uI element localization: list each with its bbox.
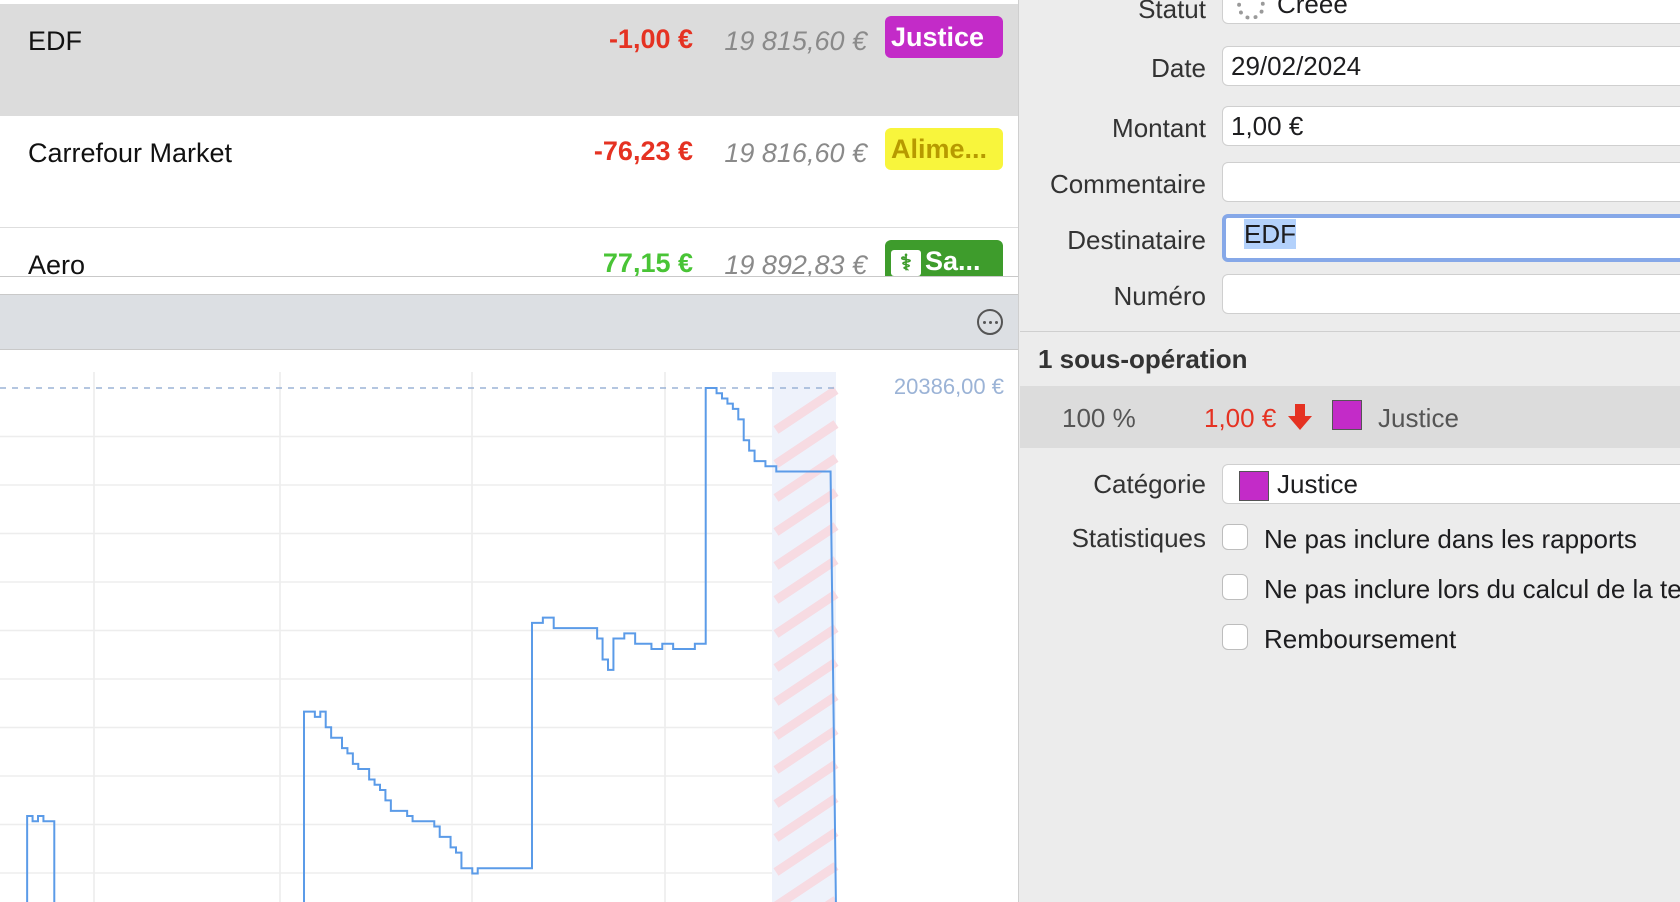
max-value-label: 20386,00 € <box>894 374 1004 399</box>
payee-field[interactable]: EDF <box>1222 214 1680 262</box>
category-field[interactable]: Justice <box>1222 464 1680 504</box>
transaction-row-carrefour[interactable]: Carrefour Market -76,23 € 19 816,60 € Al… <box>0 116 1018 228</box>
category-tag-label: Sa... <box>925 246 981 276</box>
transaction-row-edf[interactable]: EDF -1,00 € 19 815,60 € Justice <box>0 4 1018 116</box>
statut-value: Créée <box>1277 0 1348 19</box>
statut-label: Statut <box>1138 0 1206 24</box>
statistiques-label: Statistiques <box>1071 523 1206 553</box>
transaction-row-aero[interactable]: Aero 77,15 € 19 892,83 € ⚕ Sa... <box>0 228 1018 276</box>
payee-selected-text: EDF <box>1244 219 1296 249</box>
spinner-icon <box>1237 0 1265 21</box>
sub-operations-title: 1 sous-opération <box>1038 344 1248 374</box>
statut-field[interactable]: Créée <box>1222 0 1680 24</box>
payee-name: EDF <box>28 26 82 56</box>
amount-field[interactable]: 1,00 € <box>1222 106 1680 146</box>
sub-op-percent: 100 % <box>1062 403 1136 433</box>
destinataire-label: Destinataire <box>1067 225 1206 255</box>
justice-swatch-icon <box>1239 471 1269 502</box>
justice-swatch-icon <box>1332 400 1362 430</box>
category-value: Justice <box>1277 469 1358 499</box>
category-tag: Justice <box>885 16 1003 58</box>
detail-pane: Statut Créée Date 29/02/2024 Montant 1,0… <box>1020 0 1680 902</box>
exclude-calc-label: Ne pas inclure lors du calcul de la te <box>1264 574 1680 604</box>
list-bottom-border <box>0 276 1018 277</box>
exclude-reports-label: Ne pas inclure dans les rapports <box>1264 524 1637 554</box>
chart-toolbar <box>0 294 1018 350</box>
exclude-calc-checkbox[interactable] <box>1222 574 1248 600</box>
date-label: Date <box>1151 53 1206 83</box>
transaction-amount: -1,00 € <box>608 24 693 54</box>
date-field[interactable]: 29/02/2024 <box>1222 46 1680 86</box>
section-divider <box>1020 331 1680 332</box>
sub-op-amount: 1,00 € <box>1204 403 1277 433</box>
comment-field[interactable] <box>1222 162 1680 202</box>
running-balance: 19 892,83 € <box>724 250 867 276</box>
number-field[interactable] <box>1222 274 1680 314</box>
payee-name: Carrefour Market <box>28 138 233 168</box>
refund-checkbox[interactable] <box>1222 624 1248 650</box>
numero-label: Numéro <box>1113 281 1206 311</box>
health-icon: ⚕ <box>891 249 921 276</box>
categorie-label: Catégorie <box>1093 469 1206 499</box>
category-tag: Alime... <box>885 128 1003 170</box>
sub-op-category: Justice <box>1378 403 1459 433</box>
balance-chart: 20386,00 € <box>0 350 1018 902</box>
running-balance: 19 815,60 € <box>724 26 867 56</box>
category-tag: ⚕ Sa... <box>885 240 1003 276</box>
exclude-reports-checkbox[interactable] <box>1222 524 1248 550</box>
montant-label: Montant <box>1112 113 1206 143</box>
sub-operation-row[interactable]: 100 % 1,00 € Justice <box>1020 386 1680 448</box>
chart-grid <box>0 372 836 902</box>
refund-label: Remboursement <box>1264 624 1457 654</box>
transactions-pane: EDF -1,00 € 19 815,60 € Justice Carrefou… <box>0 0 1019 902</box>
arrow-down-icon <box>1288 404 1312 430</box>
more-options-icon[interactable] <box>977 309 1003 335</box>
transaction-amount: -76,23 € <box>593 136 693 166</box>
transaction-amount: 77,15 € <box>602 248 693 276</box>
commentaire-label: Commentaire <box>1049 169 1206 199</box>
running-balance: 19 816,60 € <box>724 138 867 168</box>
balance-chart-svg: 20386,00 € <box>0 372 1004 902</box>
payee-name: Aero <box>28 250 86 276</box>
